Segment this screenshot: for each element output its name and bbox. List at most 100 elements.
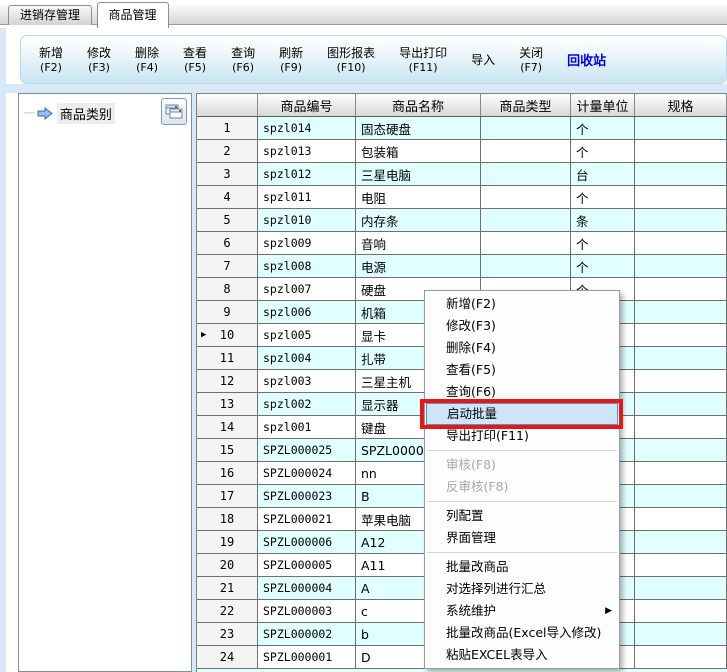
cell-spec[interactable] <box>635 347 727 369</box>
toolbar-button-f5[interactable]: 查看(F5) <box>171 38 219 82</box>
cell-spec[interactable] <box>635 140 727 162</box>
column-header-2[interactable]: 商品名称 <box>356 94 481 116</box>
cell-unit[interactable]: 个 <box>571 232 635 254</box>
row-number-cell[interactable]: 2 <box>197 140 258 162</box>
cell-spec[interactable] <box>635 485 727 507</box>
menu-item[interactable]: 批量改商品(Excel导入修改) <box>425 622 619 644</box>
cell-product-name[interactable]: 电源 <box>356 255 481 277</box>
table-row[interactable]: 5spzl010内存条条 <box>197 209 727 232</box>
cell-product-type[interactable] <box>481 209 571 231</box>
cell-product-type[interactable] <box>481 186 571 208</box>
toolbar-button-f3[interactable]: 修改(F3) <box>75 38 123 82</box>
menu-item[interactable]: 粘贴EXCEL表导入 <box>425 644 619 666</box>
column-header-3[interactable]: 商品类型 <box>481 94 571 116</box>
recycle-bin-button[interactable]: 回收站 <box>555 50 618 69</box>
cell-product-code[interactable]: SPZL000021 <box>258 508 356 530</box>
cell-product-type[interactable] <box>481 255 571 277</box>
cell-unit[interactable]: 个 <box>571 140 635 162</box>
cell-spec[interactable] <box>635 554 727 576</box>
cell-product-code[interactable]: SPZL000024 <box>258 462 356 484</box>
menu-item[interactable]: 批量改商品 <box>425 556 619 578</box>
row-number-cell[interactable]: 18 <box>197 508 258 530</box>
cell-spec[interactable] <box>635 577 727 599</box>
menu-item[interactable]: 系统维护▶ <box>425 600 619 622</box>
cell-spec[interactable] <box>635 209 727 231</box>
toolbar-button-f11[interactable]: 导出打印(F11) <box>387 38 459 82</box>
cell-spec[interactable] <box>635 255 727 277</box>
column-header-4[interactable]: 计量单位 <box>571 94 635 116</box>
row-number-cell[interactable]: 8 <box>197 278 258 300</box>
row-number-cell[interactable]: 21 <box>197 577 258 599</box>
toolbar-button-f2[interactable]: 新增(F2) <box>27 38 75 82</box>
cell-product-code[interactable]: SPZL000025 <box>258 439 356 461</box>
row-number-cell[interactable]: 17 <box>197 485 258 507</box>
cell-spec[interactable] <box>635 301 727 323</box>
cell-unit[interactable]: 个 <box>571 117 635 139</box>
cell-product-code[interactable]: spzl014 <box>258 117 356 139</box>
toolbar-button-f6[interactable]: 查询(F6) <box>219 38 267 82</box>
cell-spec[interactable] <box>635 508 727 530</box>
row-number-cell[interactable]: 9 <box>197 301 258 323</box>
row-number-cell[interactable]: 23 <box>197 623 258 645</box>
cell-spec[interactable] <box>635 439 727 461</box>
menu-item[interactable]: 查询(F6) <box>425 381 619 403</box>
cell-product-name[interactable]: 包装箱 <box>356 140 481 162</box>
cell-product-code[interactable]: spzl006 <box>258 301 356 323</box>
menu-item[interactable]: 界面管理 <box>425 527 619 549</box>
cell-product-code[interactable]: SPZL000002 <box>258 623 356 645</box>
menu-item[interactable]: 反审核(F8) <box>425 476 619 498</box>
cell-product-code[interactable]: SPZL000001 <box>258 646 356 668</box>
row-number-cell[interactable]: 7 <box>197 255 258 277</box>
table-row[interactable]: 1spzl014固态硬盘 个 <box>197 117 727 140</box>
toolbar-button-import[interactable]: 导入 <box>459 38 507 82</box>
cell-product-code[interactable]: spzl004 <box>258 347 356 369</box>
table-row[interactable]: 7spzl008电源个 <box>197 255 727 278</box>
cell-product-code[interactable]: spzl002 <box>258 393 356 415</box>
cell-product-name[interactable]: 音响 <box>356 232 481 254</box>
cell-product-name[interactable]: 三星电脑 <box>356 163 481 185</box>
cell-product-type[interactable] <box>481 117 571 139</box>
toolbar-button-f9[interactable]: 刷新(F9) <box>267 38 315 82</box>
menu-item[interactable]: 新增(F2) <box>425 293 619 315</box>
cell-product-code[interactable]: SPZL000004 <box>258 577 356 599</box>
tree-node-product-category[interactable]: ┄┄ 商品类别 <box>24 103 115 124</box>
row-number-cell[interactable]: 1 <box>197 117 258 139</box>
cell-spec[interactable] <box>635 370 727 392</box>
cell-product-name[interactable]: 电阻 <box>356 186 481 208</box>
row-number-cell[interactable]: 16 <box>197 462 258 484</box>
cell-product-code[interactable]: spzl013 <box>258 140 356 162</box>
column-header-1[interactable]: 商品编号 <box>258 94 356 116</box>
cell-unit[interactable]: 台 <box>571 163 635 185</box>
row-number-cell[interactable]: 3 <box>197 163 258 185</box>
cell-product-name[interactable]: 内存条 <box>356 209 481 231</box>
cell-spec[interactable] <box>635 416 727 438</box>
row-number-cell[interactable]: 10▶ <box>197 324 258 346</box>
cell-product-code[interactable]: spzl005 <box>258 324 356 346</box>
menu-item[interactable]: 对选择列进行汇总 <box>425 578 619 600</box>
menu-item[interactable]: 修改(F3) <box>425 315 619 337</box>
cell-product-type[interactable] <box>481 163 571 185</box>
cell-spec[interactable] <box>635 531 727 553</box>
menu-item[interactable]: 列配置 <box>425 505 619 527</box>
cell-spec[interactable] <box>635 232 727 254</box>
row-number-cell[interactable]: 15 <box>197 439 258 461</box>
cell-product-code[interactable]: spzl008 <box>258 255 356 277</box>
toolbar-button-f7[interactable]: 关闭(F7) <box>507 38 555 82</box>
column-header-0[interactable] <box>197 94 258 116</box>
row-number-cell[interactable]: 6 <box>197 232 258 254</box>
tab-product-management[interactable]: 商品管理 <box>97 2 169 28</box>
row-number-cell[interactable]: 5 <box>197 209 258 231</box>
menu-item[interactable]: 导出打印(F11) <box>425 425 619 447</box>
row-number-cell[interactable]: 14 <box>197 416 258 438</box>
toolbar-button-f10[interactable]: 图形报表(F10) <box>315 38 387 82</box>
cascade-windows-button[interactable] <box>161 98 187 125</box>
table-row[interactable]: 4spzl011电阻个 <box>197 186 727 209</box>
cell-product-name[interactable]: 固态硬盘 <box>356 117 481 139</box>
column-header-5[interactable]: 规格 <box>635 94 727 116</box>
cell-product-code[interactable]: spzl011 <box>258 186 356 208</box>
cell-spec[interactable] <box>635 393 727 415</box>
row-number-cell[interactable]: 22 <box>197 600 258 622</box>
cell-spec[interactable] <box>635 163 727 185</box>
cell-product-type[interactable] <box>481 140 571 162</box>
tab-inventory-management[interactable]: 进销存管理 <box>8 5 92 25</box>
